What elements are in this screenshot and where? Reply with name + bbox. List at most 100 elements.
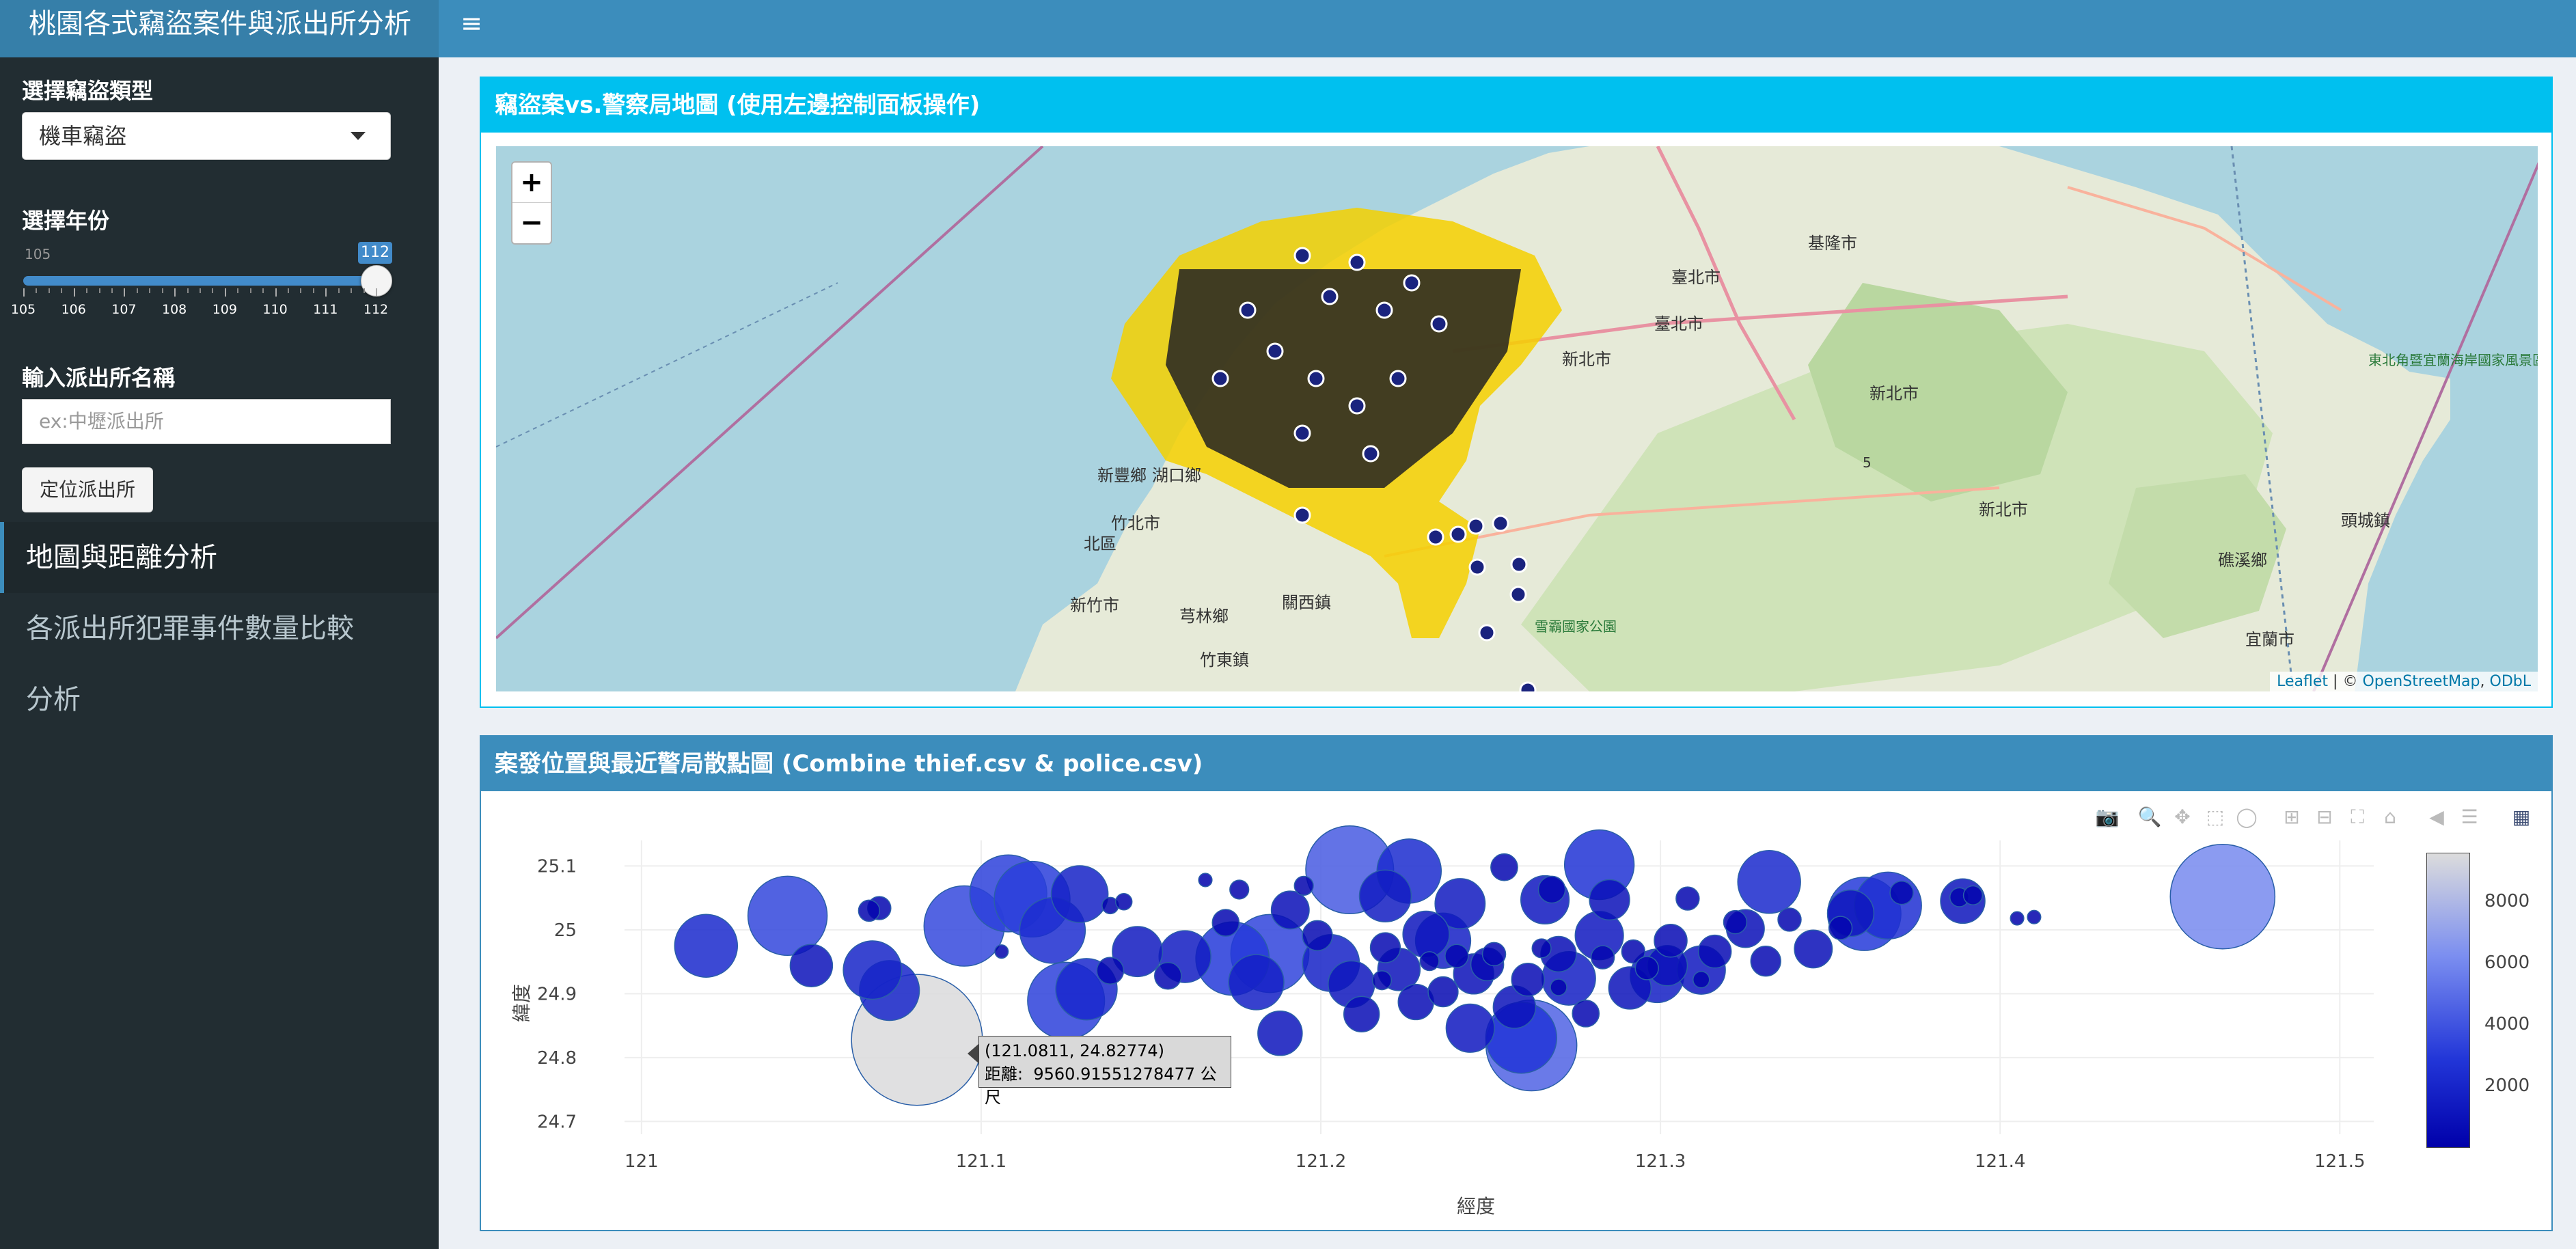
scatter-point[interactable]	[1343, 996, 1380, 1032]
scatter-point[interactable]	[1371, 970, 1393, 991]
scatter-point[interactable]	[1697, 934, 1732, 969]
scatter-point[interactable]	[2027, 909, 2042, 924]
locate-station-button[interactable]: 定位派出所	[22, 467, 153, 512]
map-place-label: 頭城鎮	[2341, 511, 2390, 530]
sidebar: 選擇竊盜類型 機車竊盜 選擇年份 105 112 105 106 107 108 109…	[0, 57, 439, 1249]
map-place-label: 雪霸國家公園	[1535, 618, 1617, 635]
scatter-point[interactable]	[1572, 999, 1600, 1028]
year-slider-track[interactable]	[23, 276, 376, 286]
map-place-label: 臺北市	[1654, 314, 1703, 333]
scatter-point[interactable]	[1675, 886, 1700, 911]
scatter-point[interactable]	[1211, 909, 1240, 937]
slider-tick	[161, 288, 163, 293]
scatter-point[interactable]	[1050, 865, 1109, 923]
scatter-point[interactable]	[1777, 907, 1802, 932]
scatter-point[interactable]	[674, 914, 739, 978]
tooltip-distance-label: 距離:	[985, 1065, 1024, 1084]
menu-toggle-icon[interactable]: ≡	[458, 8, 485, 38]
scatter-point[interactable]	[789, 944, 834, 987]
scatter-point[interactable]	[2169, 843, 2276, 950]
tooltip-coords: (121.0811, 24.82774)	[985, 1041, 1165, 1060]
scatter-point[interactable]	[858, 899, 881, 922]
scatter-point[interactable]	[1445, 1003, 1495, 1053]
scatter-point[interactable]	[1153, 961, 1182, 990]
scatter-point[interactable]	[1229, 879, 1250, 900]
scatter-point[interactable]	[1198, 873, 1213, 888]
slider-tick-label: 106	[61, 302, 86, 317]
scatter-point[interactable]	[1589, 879, 1630, 921]
scatter-point[interactable]	[1723, 909, 1748, 935]
slider-tick	[149, 288, 151, 293]
scatter-point[interactable]	[1257, 1011, 1303, 1056]
menu-item-analysis[interactable]: 分析	[0, 664, 439, 735]
tooltip-distance: 距離: 9560.91551278477 公尺	[985, 1062, 1225, 1109]
scatter-point[interactable]	[1419, 951, 1440, 972]
scatter-point[interactable]	[1889, 880, 1914, 905]
slider-tick	[288, 288, 289, 293]
scatter-point[interactable]	[1531, 938, 1552, 959]
colorbar-tick-label: 2000	[2484, 1075, 2530, 1096]
scatter-point[interactable]	[1537, 875, 1566, 904]
slider-min-label: 105	[25, 246, 51, 262]
scatter-point[interactable]	[1270, 890, 1310, 930]
leaflet-map[interactable]: 臺北市 新北市 基隆市 新北市 臺北市 新北市 新豐鄉 湖口鄉 竹北市 北區 新…	[496, 146, 2538, 691]
station-name-input[interactable]: ex:中壢派出所	[22, 399, 391, 444]
scatter-point[interactable]	[1228, 954, 1285, 1011]
map-place-label: 芎林鄉	[1179, 607, 1229, 626]
attribution-separator: | ©	[2328, 673, 2363, 690]
scatter-point[interactable]	[1550, 978, 1567, 996]
map-place-label: 北區	[1084, 534, 1116, 553]
scatter-point[interactable]	[2010, 911, 2025, 926]
map-place-label: 新北市	[1869, 384, 1919, 403]
scatter-point[interactable]	[1511, 963, 1546, 997]
map-place-label: 竹北市	[1111, 514, 1160, 533]
slider-tick	[200, 288, 201, 293]
theft-type-select[interactable]: 機車竊盜	[22, 112, 391, 160]
scatter-point[interactable]	[1427, 976, 1459, 1008]
scatter-point[interactable]	[1750, 946, 1781, 977]
scatter-point[interactable]	[1358, 869, 1412, 923]
map-place-label: 關西鎮	[1282, 593, 1331, 612]
scatter-point[interactable]	[747, 875, 828, 957]
scatter-point[interactable]	[842, 940, 903, 1000]
scatter-point[interactable]	[1402, 910, 1450, 959]
scatter-plot[interactable]: 121 121.1 121.2 121.3 121.4 121.5 24.7 24.8 24.9…	[481, 737, 2551, 1230]
scatter-point[interactable]	[1693, 971, 1710, 989]
osm-link[interactable]: OpenStreetMap	[2362, 673, 2480, 690]
leaflet-link[interactable]: Leaflet	[2277, 673, 2328, 690]
map-place-label: 新竹市	[1070, 596, 1119, 615]
scatter-point[interactable]	[1293, 875, 1314, 896]
slider-tick-label: 109	[212, 302, 237, 317]
scatter-point[interactable]	[1302, 920, 1333, 951]
slider-tick	[23, 288, 25, 297]
chevron-down-icon	[351, 132, 366, 140]
zoom-out-button[interactable]: −	[512, 203, 551, 243]
scatter-point[interactable]	[1962, 885, 1984, 906]
scatter-point[interactable]	[1096, 957, 1125, 985]
scatter-point[interactable]	[1828, 916, 1853, 940]
colorbar-tick-label: 8000	[2484, 891, 2530, 911]
x-tick-label: 121.3	[1635, 1151, 1686, 1172]
map-place-label: 新北市	[1979, 500, 2028, 519]
x-axis-label: 經度	[1457, 1195, 1496, 1218]
scatter-point[interactable]	[1634, 956, 1659, 980]
menu-item-station-comparison[interactable]: 各派出所犯罪事件數量比較	[0, 593, 439, 664]
scatter-point[interactable]	[1794, 929, 1833, 969]
scatter-point[interactable]	[1114, 892, 1133, 911]
map-place-label: 新豐鄉	[1097, 466, 1147, 485]
x-tick-label: 121.5	[2314, 1151, 2365, 1172]
scatter-point[interactable]	[1590, 945, 1615, 970]
scatter-point[interactable]	[1654, 924, 1688, 958]
zoom-in-button[interactable]: +	[512, 163, 551, 203]
scatter-point[interactable]	[1444, 944, 1469, 968]
scatter-point[interactable]	[1737, 850, 1801, 914]
scatter-point[interactable]	[1481, 942, 1507, 967]
scatter-point[interactable]	[1490, 853, 1518, 881]
odbl-link[interactable]: ODbL	[2490, 673, 2531, 690]
slider-tick-label: 107	[111, 302, 137, 317]
slider-tick	[98, 288, 100, 293]
scatter-point[interactable]	[994, 944, 1009, 959]
slider-tick-label: 105	[10, 302, 36, 317]
menu-item-map-analysis[interactable]: 地圖與距離分析	[0, 522, 439, 593]
scatter-point[interactable]	[1369, 932, 1401, 963]
